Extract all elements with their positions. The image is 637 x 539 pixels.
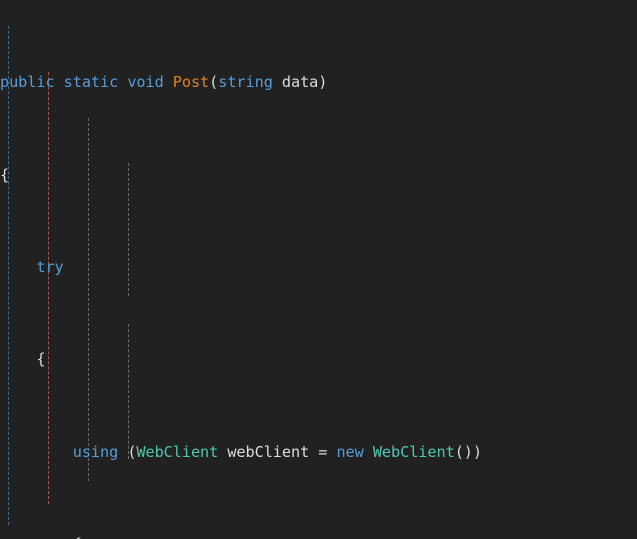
code-line: public static void Post(string data) (0, 71, 637, 94)
token-punct: ()) (454, 442, 482, 461)
token-keyword: new (336, 442, 364, 461)
token-local: webClient (227, 442, 310, 461)
token-type: WebClient (372, 442, 455, 461)
code-text-layer[interactable]: public static void Post(string data) { t… (0, 0, 637, 539)
code-line: using (WebClient webClient = new WebClie… (0, 441, 637, 464)
token-punct: ( (209, 73, 219, 92)
token-method: Post (172, 73, 210, 92)
token-keyword: static (63, 73, 119, 92)
token-keyword: using (72, 442, 119, 461)
token-punct: { (73, 535, 82, 539)
token-punct: = (309, 442, 337, 461)
token-keyword: string (218, 73, 273, 92)
code-editor-viewport[interactable]: public static void Post(string data) { t… (0, 0, 637, 539)
code-line: { (0, 533, 637, 539)
token-keyword: public (0, 73, 55, 92)
token-punct: ) (318, 73, 328, 92)
code-line: try (0, 256, 637, 279)
token-keyword: try (36, 258, 64, 277)
code-line: { (0, 164, 637, 187)
token-type: WebClient (136, 442, 219, 461)
token-punct: { (36, 350, 46, 369)
token-punct: { (0, 165, 10, 184)
token-parameter: data (281, 73, 319, 92)
token-keyword: void (127, 73, 164, 92)
code-line: { (0, 348, 637, 371)
